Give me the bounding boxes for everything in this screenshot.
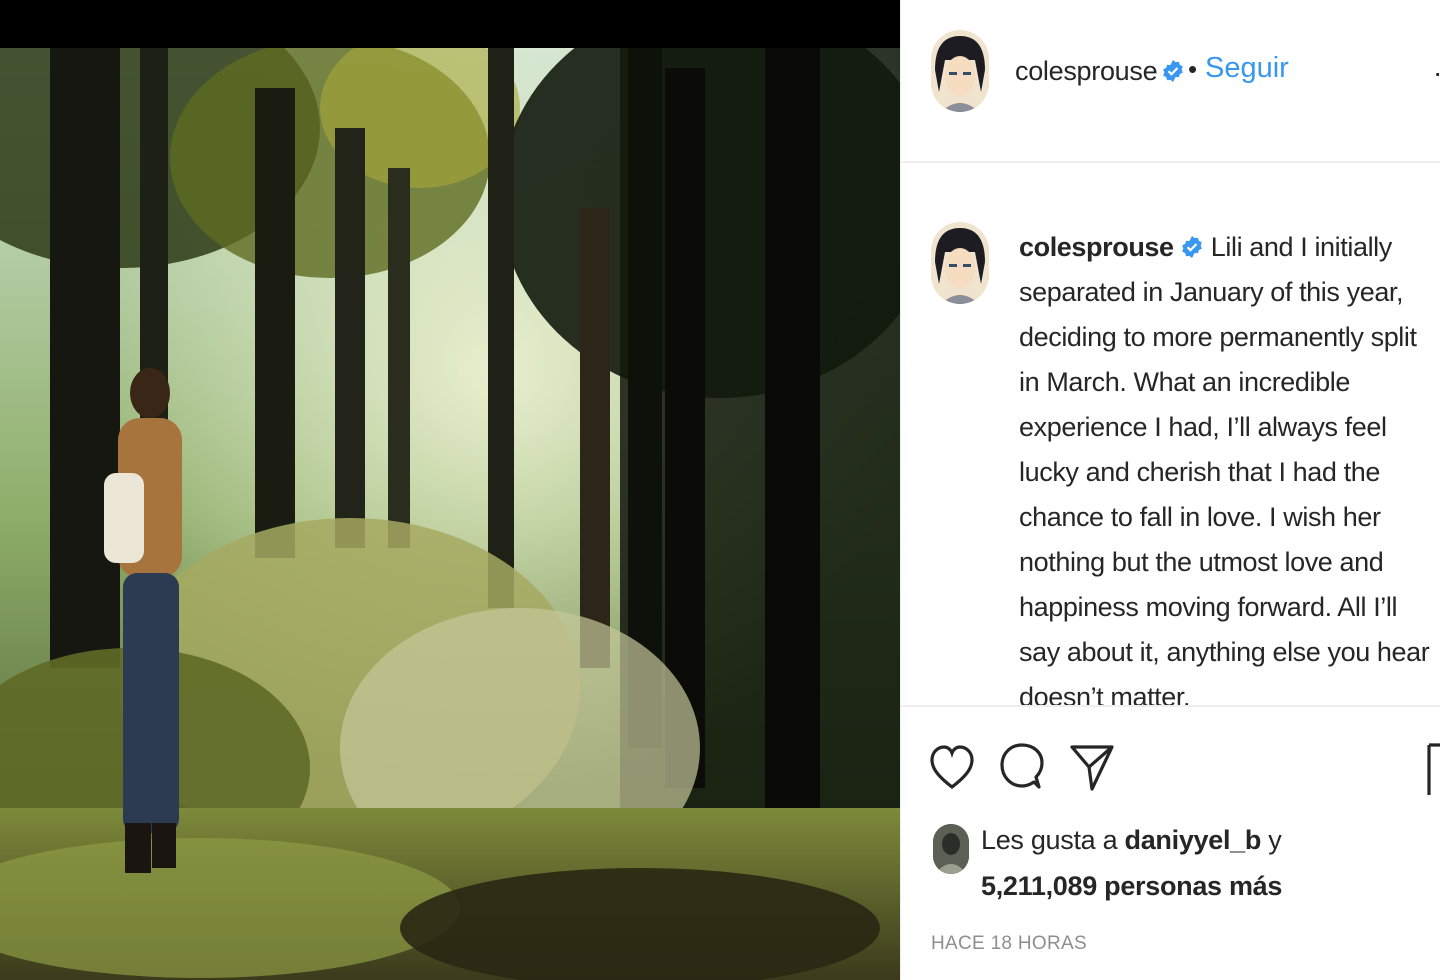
post-actions-section: Les gusta a daniyyel_b y 5,211,089 perso… (901, 705, 1440, 980)
liker-avatar-illustration (933, 824, 969, 874)
verified-badge-icon (1181, 236, 1202, 258)
header-separator: • (1188, 54, 1198, 84)
forest-photo-illustration (0, 48, 900, 980)
likes-summary: Les gusta a daniyyel_b y (981, 825, 1282, 856)
bookmark-icon[interactable] (1427, 741, 1440, 795)
post-image-panel (0, 0, 900, 980)
liker-avatar[interactable] (933, 824, 969, 874)
post-header: colesprouse • Seguir · (901, 0, 1440, 163)
heart-icon[interactable] (929, 741, 975, 795)
post-photo[interactable] (0, 48, 900, 980)
caption-text: Lili and I initially separated in Januar… (1019, 232, 1430, 712)
likes-count[interactable]: 5,211,089 personas más (981, 871, 1282, 902)
likes-prefix: Les gusta a (981, 825, 1125, 855)
author-username[interactable]: colesprouse (1015, 56, 1185, 87)
verified-badge-icon (1163, 60, 1184, 82)
follow-button[interactable]: Seguir (1205, 52, 1289, 85)
author-avatar[interactable] (931, 30, 989, 112)
photo-top-bar (0, 0, 900, 48)
paper-plane-icon[interactable] (1069, 741, 1115, 795)
comment-icon[interactable] (999, 741, 1045, 795)
caption-author-avatar[interactable] (931, 222, 989, 304)
author-username-text[interactable]: colesprouse (1015, 56, 1158, 86)
likes-conjunction: y (1261, 825, 1282, 855)
more-options-icon[interactable]: · (1433, 58, 1440, 88)
avatar-illustration (931, 222, 989, 304)
caption-username[interactable]: colesprouse (1019, 232, 1174, 262)
caption-section: colesprouse Lili and I initially separat… (901, 165, 1440, 712)
post-side-panel: colesprouse • Seguir · colesprouse Lili … (900, 0, 1440, 980)
liker-username[interactable]: daniyyel_b (1125, 825, 1262, 855)
avatar-illustration (931, 30, 989, 112)
post-caption: colesprouse Lili and I initially separat… (1019, 225, 1437, 720)
post-timestamp[interactable]: HACE 18 HORAS (931, 933, 1087, 955)
